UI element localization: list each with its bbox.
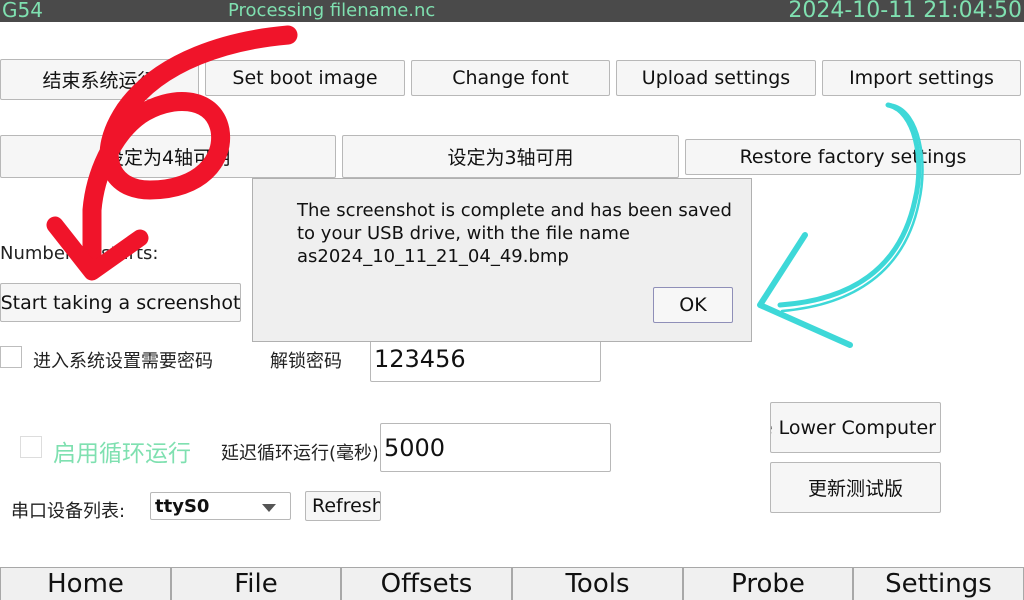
update-lower-computer-button[interactable]: Update Lower Computer [770,402,941,453]
chevron-down-icon [262,504,276,512]
tab-probe[interactable]: Probe [683,567,853,600]
refresh-label: Refresh [312,495,381,517]
serial-port-select[interactable]: ttyS0 [150,492,291,520]
set-boot-image-button[interactable]: Set boot image [205,60,405,96]
refresh-button[interactable]: Refresh [305,491,381,521]
update-beta-button[interactable]: 更新测试版 [770,462,941,513]
enable-loop-checkbox[interactable] [20,436,42,458]
clock: 2024-10-11 21:04:50 [788,0,1022,23]
tab-home[interactable]: Home [0,567,171,600]
processing-file-title: Processing filename.nc [228,0,436,21]
loop-delay-field[interactable]: 5000 [380,423,611,472]
serial-port-label: 串口设备列表: [11,501,126,522]
tab-settings[interactable]: Settings [853,567,1024,600]
change-font-button[interactable]: Change font [411,60,610,96]
tab-file[interactable]: File [171,567,341,600]
dialog-message: The screenshot is complete and has been … [297,200,732,267]
serial-port-selected: ttyS0 [155,495,210,517]
number-of-starts-label: Number of starts: [0,243,159,264]
upload-settings-button[interactable]: Upload settings [616,60,816,96]
ok-button[interactable]: OK [653,287,733,323]
require-password-checkbox[interactable] [0,346,22,368]
import-settings-button[interactable]: Import settings [822,60,1021,96]
tab-tools[interactable]: Tools [512,567,683,600]
loop-delay-label: 延迟循环运行(毫秒) [221,443,377,464]
bottom-nav: Home File Offsets Tools Probe Settings [0,567,1024,600]
enable-4-axis-button[interactable]: 设定为4轴可用 [0,135,336,178]
require-password-label: 进入系统设置需要密码 [33,351,213,372]
exit-system-button[interactable]: 结束系统运行 [0,59,199,100]
screenshot-complete-dialog: The screenshot is complete and has been … [252,178,752,342]
enable-3-axis-button[interactable]: 设定为3轴可用 [342,135,679,178]
status-bar: G54 Processing filename.nc 2024-10-11 21… [0,0,1024,23]
unlock-password-field[interactable]: 123456 [370,336,601,382]
restore-factory-settings-button[interactable]: Restore factory settings [685,139,1021,175]
start-screenshot-button[interactable]: Start taking a screenshot [0,283,241,322]
unlock-password-label: 解锁密码 [270,351,342,372]
tab-offsets[interactable]: Offsets [341,567,512,600]
enable-loop-label: 启用循环运行 [53,441,191,467]
work-coordinate-label: G54 [2,0,43,22]
